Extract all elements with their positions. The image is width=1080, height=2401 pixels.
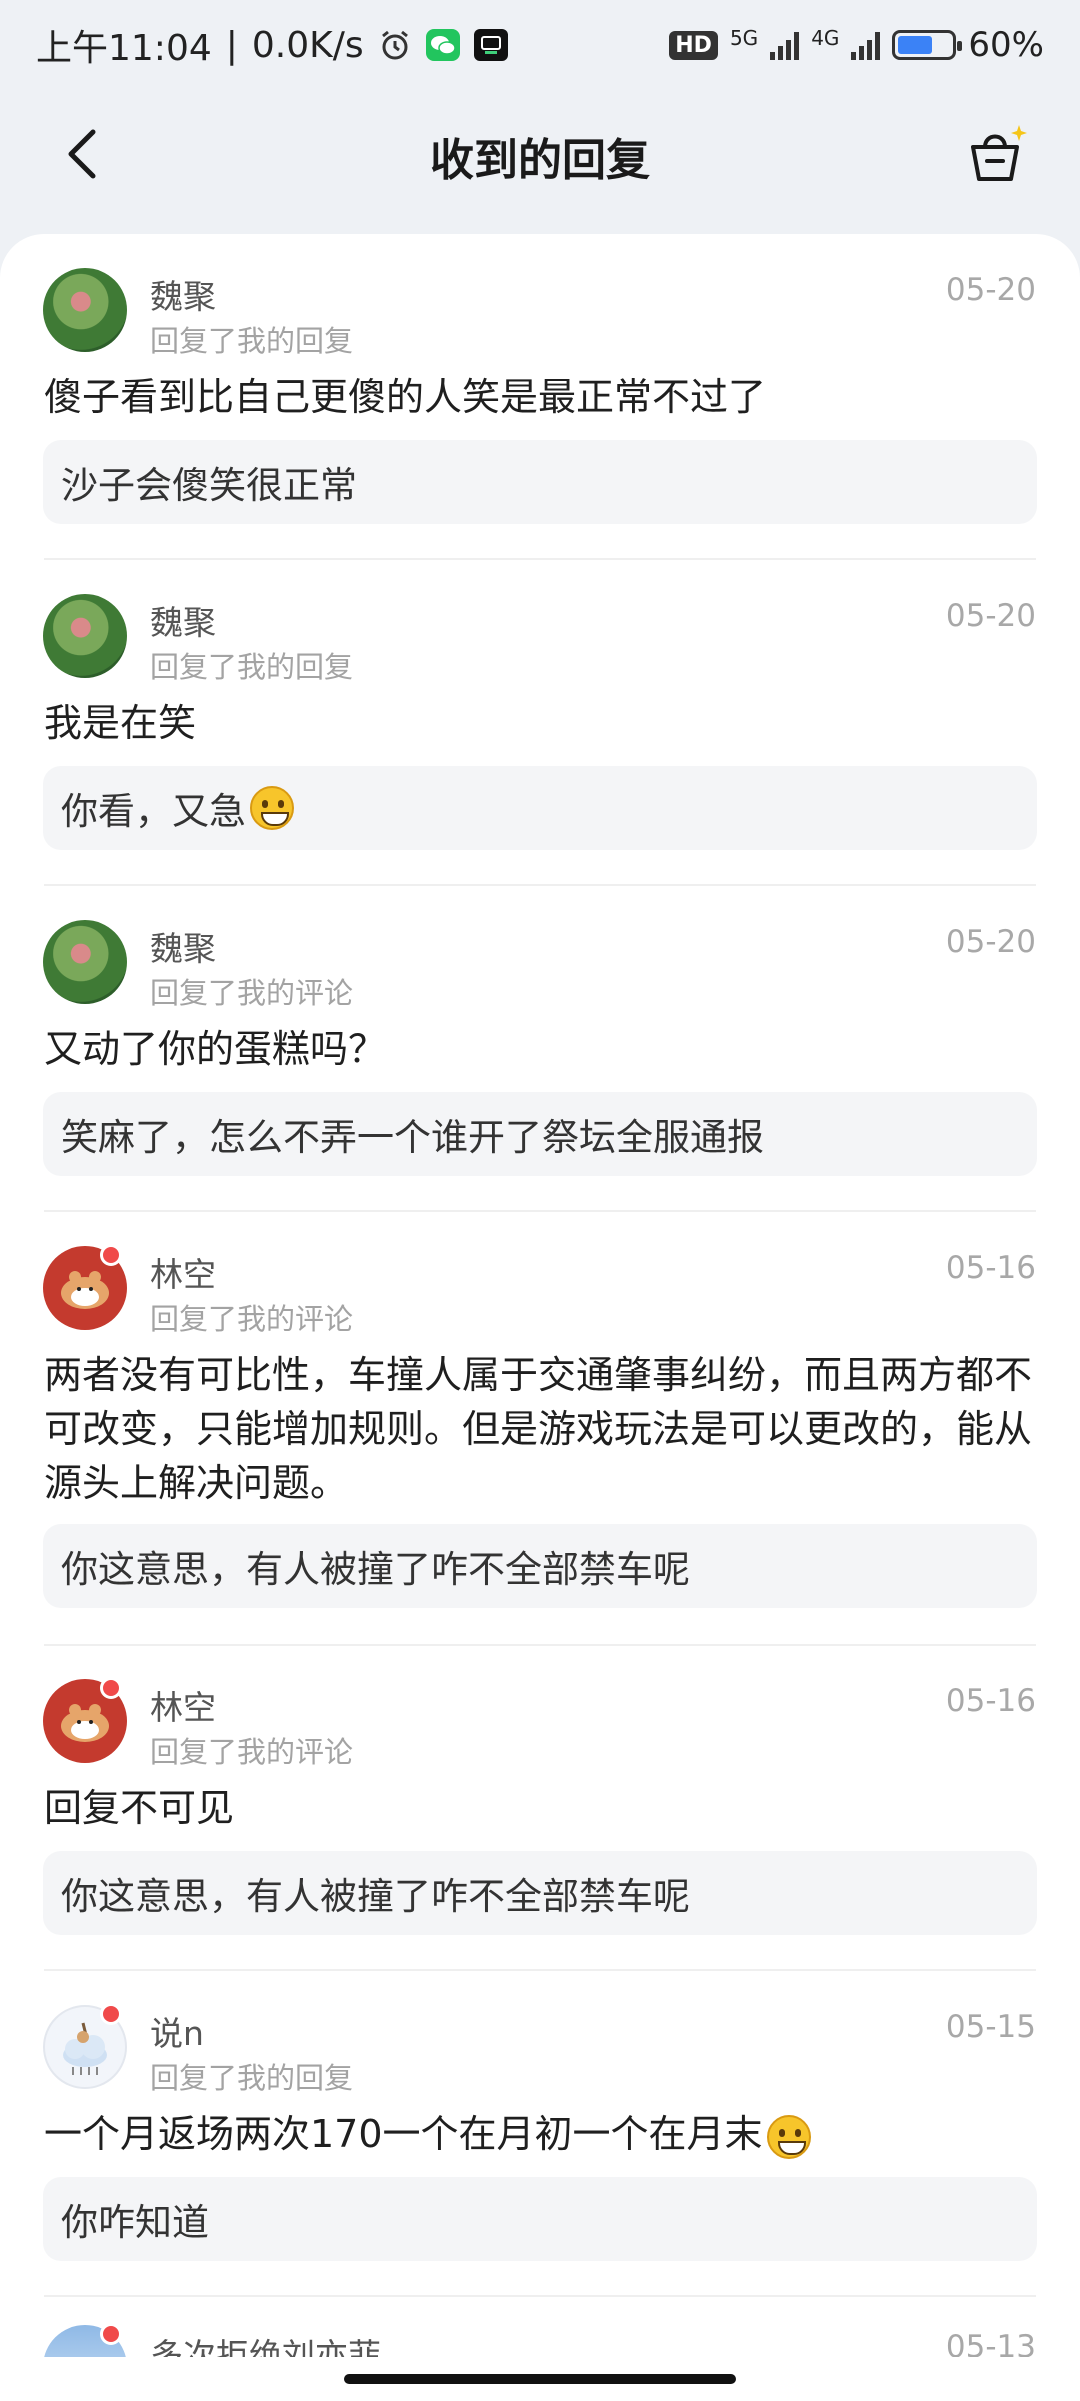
unread-dot — [100, 1677, 122, 1699]
reply-type: 回复了我的回复 — [150, 2061, 354, 2095]
quoted-text: 沙子会傻笑很正常 — [61, 464, 357, 507]
hd-voice-icon: HD — [669, 30, 718, 60]
hamster-avatar-icon — [61, 1271, 109, 1309]
reply-type: 回复了我的评论 — [150, 1735, 354, 1769]
page-title: 收到的回复 — [430, 135, 650, 186]
basket-button[interactable] — [962, 118, 1034, 190]
unread-dot — [100, 2323, 122, 2345]
reply-text: 回复不可见 — [44, 1786, 235, 1830]
reply-username[interactable]: 说n — [150, 2007, 204, 2055]
status-bar: 上午11:04 | 0.0K/s HD 5G 4G 60% — [0, 0, 1080, 90]
reply-text: 两者没有可比性，车撞人属于交通肇事纠纷，而且两方都不可改变，只能增加规则。但是游… — [44, 1353, 1033, 1505]
reply-type: 回复了我的回复 — [150, 324, 354, 358]
quoted-original[interactable]: 沙子会傻笑很正常 — [43, 440, 1037, 524]
battery-percent: 60% — [968, 25, 1044, 65]
reply-date: 05-20 — [945, 598, 1036, 634]
reply-date: 05-13 — [945, 2329, 1036, 2357]
quoted-original[interactable]: 你咋知道 — [43, 2177, 1037, 2261]
reply-type: 回复了我的回复 — [150, 650, 354, 684]
basket-sparkle-icon — [971, 125, 1027, 181]
reply-text-content: 一个月返场两次170一个在月初一个在月末 — [44, 2112, 763, 2156]
smiley-emoji-icon — [766, 2114, 811, 2159]
reply-username[interactable]: 多次拒绝刘亦菲 — [150, 2329, 381, 2357]
network-speed: 0.0K/s — [251, 24, 364, 66]
app-notification-icon — [473, 29, 508, 61]
reply-username[interactable]: 林空 — [150, 1248, 216, 1296]
unread-dot — [100, 2003, 122, 2025]
reply-text: 我是在笑 — [44, 701, 197, 745]
home-indicator[interactable] — [344, 2374, 736, 2384]
reply-text: 又动了你的蛋糕吗？ — [44, 1027, 387, 1071]
divider — [44, 1969, 1036, 1971]
reply-date: 05-16 — [945, 1683, 1036, 1719]
net-4g-label: 4G — [811, 26, 840, 50]
quoted-original[interactable]: 你看，又急 — [43, 766, 1037, 850]
quoted-original[interactable]: 笑麻了，怎么不弄一个谁开了祭坛全服通报 — [43, 1092, 1037, 1176]
net-5g-label: 5G — [729, 26, 759, 50]
alarm-clock-icon — [378, 28, 412, 62]
wechat-icon — [425, 29, 460, 61]
divider — [44, 884, 1036, 886]
reply-username[interactable]: 魏聚 — [150, 596, 216, 644]
grinning-emoji-icon — [250, 786, 294, 830]
signal-4g-icon — [851, 30, 881, 60]
reply-date: 05-20 — [945, 272, 1036, 308]
divider — [44, 1210, 1036, 1212]
quoted-text: 你这意思，有人被撞了咋不全部禁车呢 — [61, 1875, 690, 1918]
reply-date: 05-15 — [945, 2009, 1036, 2045]
reply-username[interactable]: 林空 — [150, 1681, 216, 1729]
reply-type: 回复了我的评论 — [150, 1302, 354, 1336]
quoted-text: 你这意思，有人被撞了咋不全部禁车呢 — [61, 1548, 690, 1591]
quoted-text: 你看，又急 — [61, 790, 246, 833]
hamster-avatar-icon — [61, 1704, 109, 1742]
reply-text: 一个月返场两次170一个在月初一个在月末 — [44, 2107, 1036, 2161]
divider — [44, 1644, 1036, 1646]
avatar[interactable] — [43, 594, 127, 678]
reply-username[interactable]: 魏聚 — [150, 270, 216, 318]
signal-5g-icon — [770, 30, 800, 60]
reply-type: 回复了我的评论 — [150, 976, 354, 1010]
quoted-original[interactable]: 你这意思，有人被撞了咋不全部禁车呢 — [43, 1524, 1037, 1608]
chevron-left-icon — [68, 129, 96, 179]
replies-list: 魏聚 回复了我的回复 05-20 傻子看到比自己更傻的人笑是最正常不过了 沙子会… — [0, 234, 1080, 2401]
reply-date: 05-20 — [945, 924, 1036, 960]
quoted-original[interactable]: 你这意思，有人被撞了咋不全部禁车呢 — [43, 1851, 1037, 1935]
unread-dot — [100, 1244, 122, 1266]
quoted-text: 笑麻了，怎么不弄一个谁开了祭坛全服通报 — [61, 1116, 764, 1159]
reply-text: 傻子看到比自己更傻的人笑是最正常不过了 — [44, 375, 767, 419]
battery-icon — [892, 30, 963, 60]
back-button[interactable] — [52, 122, 112, 186]
top-app-bar: 收到的回复 — [0, 92, 1080, 220]
reply-date: 05-16 — [945, 1250, 1036, 1286]
quoted-text: 你咋知道 — [61, 2201, 209, 2244]
reply-username[interactable]: 魏聚 — [150, 922, 216, 970]
reply-item[interactable]: 多次拒绝刘亦菲 05-13 — [0, 2297, 1080, 2357]
avatar[interactable] — [43, 920, 127, 1004]
divider — [44, 558, 1036, 560]
status-time: 上午11:04 — [36, 28, 212, 69]
avatar[interactable] — [43, 268, 127, 352]
